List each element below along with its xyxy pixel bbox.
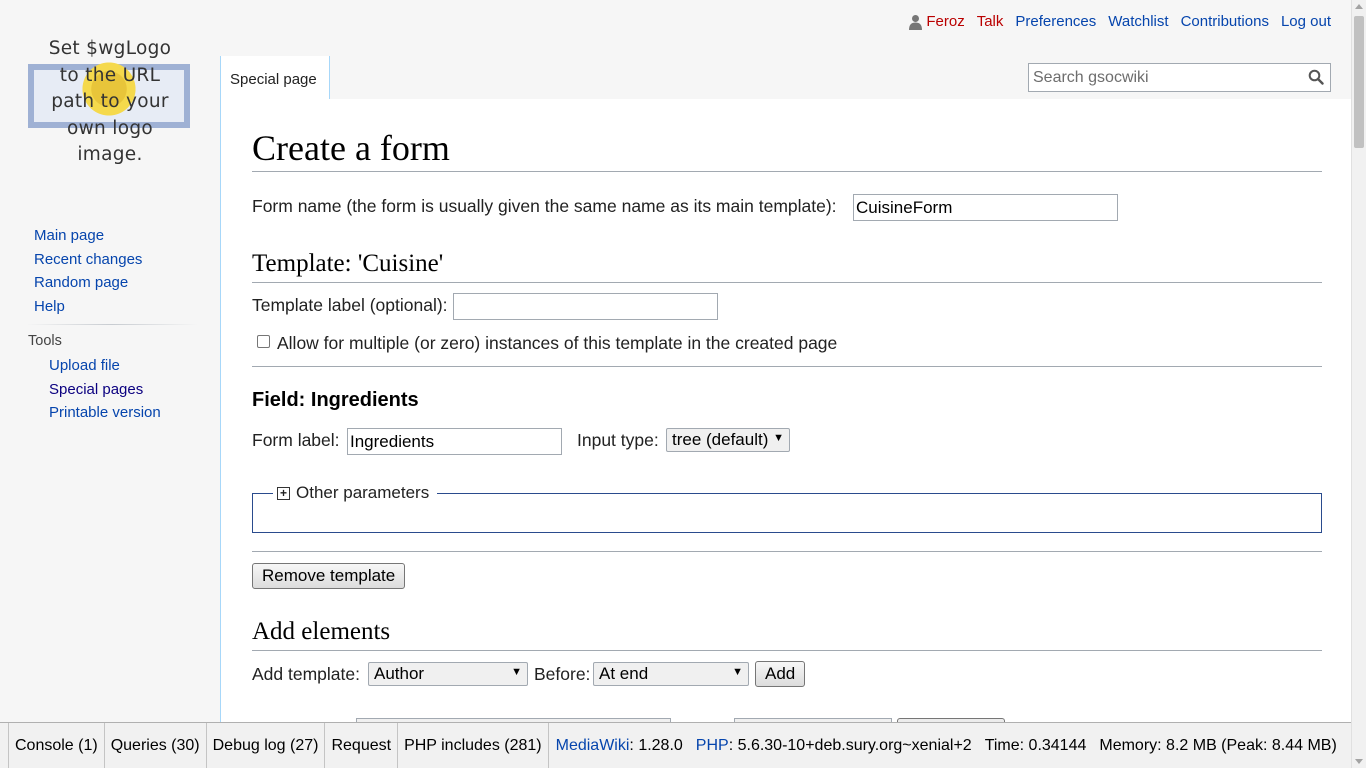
tab-special-page[interactable]: Special page (220, 56, 330, 100)
form-name-label: Form name (the form is usually given the… (252, 196, 837, 216)
other-parameters-label: Other parameters (296, 483, 430, 502)
logo-line: own logo (67, 117, 153, 139)
scroll-down-icon[interactable] (1355, 759, 1363, 764)
logo-line: Set $wgLogo (48, 38, 172, 59)
personal-tools: Feroz Talk Preferences Watchlist Contrib… (909, 13, 1331, 30)
sidebar-item-recent-changes[interactable]: Recent changes (34, 251, 142, 268)
before-select[interactable]: At end ▼ (593, 662, 749, 686)
dropdown-arrow-icon: ▼ (732, 666, 743, 678)
user-link[interactable]: Feroz (909, 13, 965, 30)
logo-line: to the URL (59, 64, 161, 86)
debug-request[interactable]: Request (325, 723, 399, 768)
php-version: : 5.6.30-10+deb.sury.org~xenial+2 (728, 736, 972, 754)
dropdown-arrow-icon: ▼ (773, 432, 784, 444)
debug-log[interactable]: Debug log (27) (207, 723, 326, 768)
logout-link[interactable]: Log out (1281, 13, 1331, 30)
main-content: Create a form Form name (the form is usu… (220, 99, 1351, 724)
debug-mediawiki-version: MediaWiki: 1.28.0 (549, 723, 689, 768)
search-input[interactable] (1029, 64, 1299, 91)
form-label-input[interactable] (347, 428, 562, 455)
input-type-select[interactable]: tree (default) ▼ (666, 428, 790, 452)
template-divider (252, 282, 1322, 283)
vertical-scrollbar[interactable] (1351, 0, 1366, 768)
watchlist-link[interactable]: Watchlist (1108, 13, 1168, 30)
template-end-divider (252, 551, 1322, 552)
sidebar-item-random-page[interactable]: Random page (34, 274, 128, 291)
site-logo[interactable]: Set $wgLogo to the URL path to your own … (26, 36, 194, 166)
scrollbar-thumb[interactable] (1354, 16, 1364, 148)
sidebar-divider (26, 324, 198, 325)
sidebar-item-printable-version[interactable]: Printable version (49, 404, 161, 421)
add-button[interactable]: Add (755, 661, 806, 687)
sidebar-tools: Upload file Special pages Printable vers… (49, 356, 161, 427)
debug-toolbar: Console (1) Queries (30) Debug log (27) … (0, 722, 1351, 768)
multiple-instances-checkbox[interactable] (257, 335, 270, 348)
add-template-select[interactable]: Author ▼ (368, 662, 528, 686)
template-label-input[interactable] (453, 293, 718, 320)
logo-line: image. (77, 144, 143, 165)
page-title: Create a form (252, 128, 450, 168)
input-type-label: Input type: (577, 430, 659, 450)
multiple-instances-label: Allow for multiple (or zero) instances o… (277, 333, 838, 353)
template-label-label: Template label (optional): (252, 295, 448, 315)
debug-memory: Memory: 8.2 MB (Peak: 8.44 MB) (1099, 736, 1337, 754)
form-name-input[interactable] (853, 194, 1118, 221)
field-heading: Field: Ingredients (252, 389, 419, 411)
contributions-link[interactable]: Contributions (1181, 13, 1269, 30)
scroll-up-icon[interactable] (1355, 4, 1363, 9)
sidebar-item-upload-file[interactable]: Upload file (49, 357, 120, 374)
sidebar-item-special-pages[interactable]: Special pages (49, 381, 143, 398)
add-template-label: Add template: (252, 664, 360, 684)
dropdown-arrow-icon: ▼ (511, 666, 522, 678)
user-icon (909, 14, 923, 30)
other-parameters-toggle[interactable]: + Other parameters (273, 483, 438, 503)
debug-queries[interactable]: Queries (30) (105, 723, 207, 768)
php-link[interactable]: PHP (696, 737, 729, 755)
before-value: At end (599, 664, 649, 683)
mediawiki-version: : 1.28.0 (629, 736, 683, 754)
remove-template-button[interactable]: Remove template (252, 563, 406, 589)
logo-line: path to your (51, 91, 169, 112)
title-divider (252, 171, 1322, 172)
search-icon (1308, 69, 1324, 85)
debug-console[interactable]: Console (1) (8, 723, 105, 768)
sidebar-item-help[interactable]: Help (34, 298, 65, 315)
tools-heading: Tools (28, 333, 62, 349)
tab-label: Special page (230, 71, 317, 88)
debug-php-includes[interactable]: PHP includes (281) (398, 723, 549, 768)
logo-text: Set $wgLogo to the URL path to your own … (26, 36, 194, 169)
sidebar-item-main-page[interactable]: Main page (34, 227, 104, 244)
field-divider (252, 366, 1322, 367)
preferences-link[interactable]: Preferences (1015, 13, 1096, 30)
input-type-value: tree (default) (672, 430, 769, 449)
search-box (1028, 63, 1331, 92)
template-heading: Template: 'Cuisine' (252, 250, 444, 277)
sidebar-navigation: Main page Recent changes Random page Hel… (34, 226, 142, 321)
debug-php-version: PHP: 5.6.30-10+deb.sury.org~xenial+2 (689, 723, 978, 768)
search-button[interactable] (1308, 69, 1324, 90)
talk-link[interactable]: Talk (977, 13, 1004, 30)
add-elements-divider (252, 650, 1322, 651)
add-template-value: Author (374, 664, 425, 683)
form-label-label: Form label: (252, 430, 340, 450)
username-label: Feroz (926, 13, 965, 30)
debug-time: Time: 0.34144 (984, 736, 1087, 754)
before-label: Before: (534, 664, 591, 684)
expand-icon: + (277, 486, 290, 500)
add-elements-heading: Add elements (252, 618, 391, 645)
mediawiki-link[interactable]: MediaWiki (556, 737, 630, 755)
